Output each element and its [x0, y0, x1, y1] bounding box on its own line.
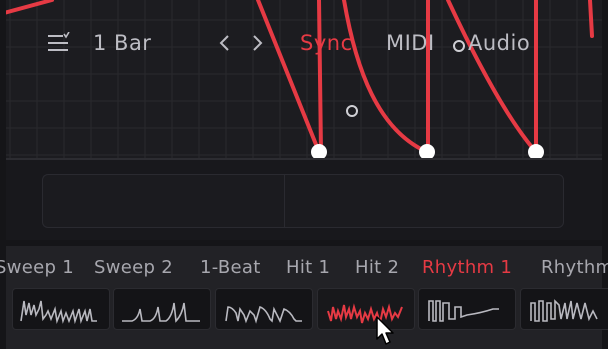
preset-label-rhythm-1[interactable]: Rhythm 1	[422, 257, 512, 278]
waveform-icon	[530, 299, 598, 322]
envelope-curve[interactable]	[256, 0, 324, 154]
preset-label-hit-2[interactable]: Hit 2	[355, 257, 399, 278]
curve-handle[interactable]	[346, 105, 358, 117]
toolbar	[6, 160, 602, 240]
preset-thumb-rhythm-2[interactable]	[520, 288, 608, 330]
preset-thumb-1-beat[interactable]	[215, 288, 313, 330]
length-selector[interactable]: 1 Bar	[93, 31, 151, 55]
preset-label-rhythm-2[interactable]: Rhythm	[541, 257, 608, 278]
tab-midi[interactable]: MIDI	[386, 31, 435, 55]
envelope-curve[interactable]	[588, 0, 594, 38]
toolbar-left-panel	[42, 174, 285, 228]
next-button[interactable]	[248, 32, 266, 54]
previous-button[interactable]	[216, 32, 234, 54]
curve-handle[interactable]	[453, 40, 465, 52]
preset-thumb-hit-1[interactable]	[317, 288, 415, 330]
mouse-cursor-icon	[376, 316, 394, 345]
app-window: 1 Bar Sync MIDI Audio Sweep 1 Sweep 2 1-…	[0, 0, 608, 349]
preset-label-1-beat[interactable]: 1-Beat	[200, 257, 261, 278]
waveform-icon	[225, 305, 302, 324]
preset-thumb-hit-2[interactable]	[418, 288, 516, 330]
waveform-icon	[428, 300, 499, 322]
waveform-icon	[327, 303, 403, 324]
tab-sync[interactable]: Sync	[300, 31, 353, 55]
menu-icon	[48, 31, 70, 51]
preset-strip: Sweep 1 Sweep 2 1-Beat Hit 1 Hit 2 Rhyth…	[0, 246, 608, 349]
preset-label-sweep-1[interactable]: Sweep 1	[0, 257, 74, 278]
preset-thumb-sweep-2[interactable]	[113, 288, 211, 330]
toolbar-right-panel	[284, 174, 564, 228]
envelope-editor[interactable]	[6, 0, 602, 160]
preset-label-sweep-2[interactable]: Sweep 2	[94, 257, 173, 278]
editor-grid	[6, 0, 602, 160]
chevron-left-icon	[219, 35, 229, 51]
envelope-curve[interactable]	[6, 0, 54, 15]
envelope-canvas[interactable]	[6, 0, 602, 160]
chevron-right-icon	[253, 35, 263, 51]
tab-audio[interactable]: Audio	[468, 31, 530, 55]
waveform-icon	[20, 300, 97, 325]
waveform-icon	[122, 302, 200, 323]
preset-label-hit-1[interactable]: Hit 1	[286, 257, 330, 278]
menu-button[interactable]	[46, 31, 72, 54]
preset-thumb-sweep-1[interactable]	[12, 288, 110, 330]
